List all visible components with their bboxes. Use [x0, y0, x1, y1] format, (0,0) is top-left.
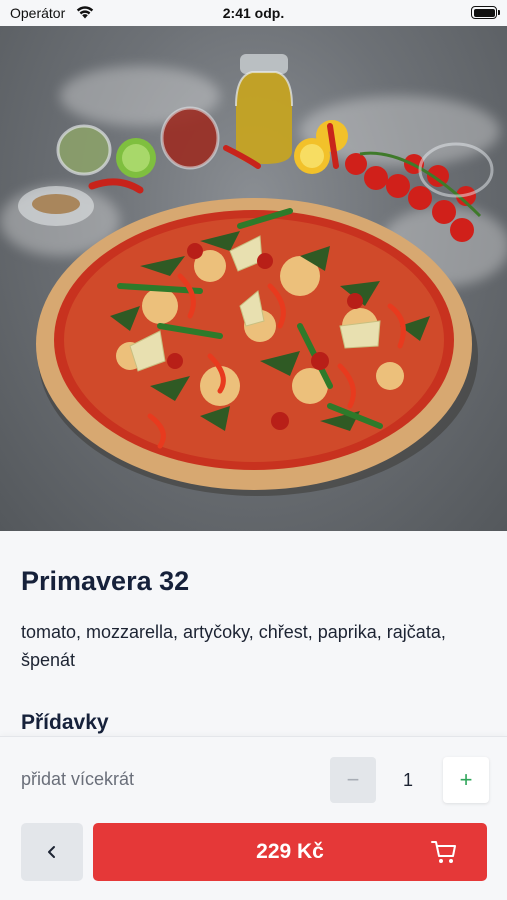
order-panel: přidat vícekrát − 1 + 229 Kč — [0, 736, 507, 900]
status-bar: Operátor 2:41 odp. — [0, 0, 507, 26]
increase-quantity-button[interactable]: + — [443, 757, 489, 803]
chevron-left-icon — [48, 846, 55, 858]
decrease-quantity-button[interactable]: − — [330, 757, 376, 803]
quantity-value: 1 — [402, 769, 413, 790]
product-ingredients: tomato, mozzarella, artyčoky, chřest, pa… — [21, 622, 446, 670]
battery-icon — [471, 6, 500, 19]
clock: 2:41 odp. — [222, 5, 285, 21]
back-button[interactable] — [21, 823, 83, 881]
quantity-label: přidat vícekrát — [21, 769, 135, 789]
extras-heading: Přídavky — [21, 711, 109, 734]
product-title: Primavera 32 — [21, 566, 190, 596]
price-label: 229 Kč — [256, 840, 324, 863]
add-to-cart-button[interactable]: 229 Kč — [93, 823, 487, 881]
cart-icon — [431, 841, 456, 863]
pizza-photo — [0, 26, 507, 531]
